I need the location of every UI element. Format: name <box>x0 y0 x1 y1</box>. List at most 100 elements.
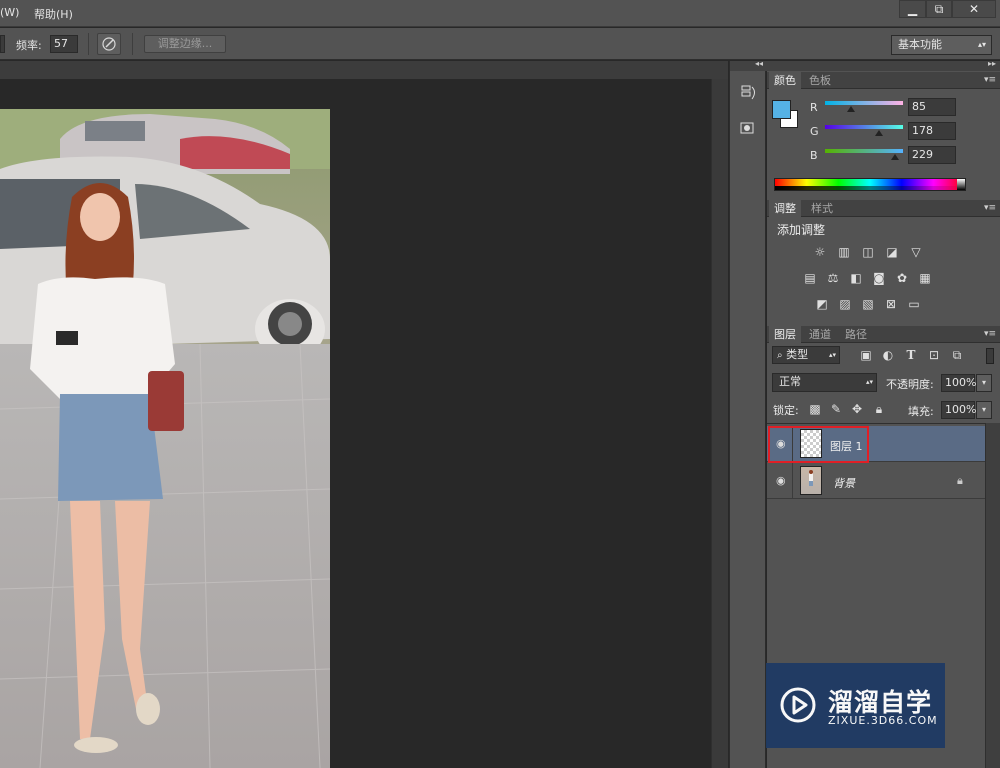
menu-help[interactable]: 帮助(H) <box>34 6 73 22</box>
vibrance-icon[interactable]: ▽ <box>909 245 923 259</box>
layer-row-background[interactable]: ◉ 背景 🔒︎ <box>767 463 985 499</box>
tab-paths[interactable]: 路径 <box>840 326 872 343</box>
photo-filter-icon[interactable]: ◙ <box>872 271 886 285</box>
tab-styles[interactable]: 样式 <box>806 200 838 217</box>
layer-filter-select[interactable]: ⌕ 类型 ▴▾ <box>772 346 840 364</box>
posterize-icon[interactable]: ▨ <box>838 297 852 311</box>
channel-slider-knob[interactable] <box>891 154 900 160</box>
threshold-icon[interactable]: ▧ <box>861 297 875 311</box>
filter-shape-icon[interactable]: ⊡ <box>927 348 941 362</box>
frequency-input[interactable]: 57 <box>50 35 78 53</box>
divider <box>792 463 793 499</box>
menu-bar: (W) 帮助(H) ▁ ⧉ ✕ <box>0 0 1000 27</box>
canvas-vertical-scrollbar[interactable] <box>711 79 728 768</box>
color-panel-tabs: 颜色 色板 ▾≡ <box>767 72 1000 89</box>
levels-icon[interactable]: ▥ <box>837 245 851 259</box>
tab-adjustments[interactable]: 调整 <box>769 200 801 217</box>
channel-value-input[interactable]: 85 <box>908 98 956 116</box>
thumbnail-image <box>809 470 813 486</box>
adjust-panel-tabs: 调整 样式 ▾≡ <box>767 200 1000 217</box>
filter-pixel-icon[interactable]: ▣ <box>859 348 873 362</box>
gradient-map-icon[interactable]: ▭ <box>907 297 921 311</box>
lock-transparent-icon[interactable]: ▩ <box>808 402 822 416</box>
color-spectrum-bar[interactable] <box>774 178 966 191</box>
filter-toggle-switch[interactable] <box>986 348 994 364</box>
channel-slider[interactable] <box>825 125 903 129</box>
properties-icon <box>740 122 754 134</box>
channel-slider-knob[interactable] <box>875 130 884 136</box>
dock-header: ◂◂ <box>730 59 767 71</box>
pen-pressure-button[interactable] <box>97 33 121 55</box>
select-arrows-icon: ▴▾ <box>828 351 836 359</box>
opacity-label: 不透明度: <box>886 378 934 391</box>
lock-pixels-icon[interactable]: ✎ <box>829 402 843 416</box>
color-balance-icon[interactable]: ⚖ <box>826 271 840 285</box>
add-adjustment-title: 添加调整 <box>777 223 826 237</box>
properties-panel-button[interactable] <box>734 115 762 143</box>
channel-mixer-icon[interactable]: ✿ <box>895 271 909 285</box>
tab-channels[interactable]: 通道 <box>804 326 836 343</box>
lock-all-icon[interactable]: 🔒︎ <box>872 402 886 416</box>
fill-label: 填充: <box>908 405 934 418</box>
close-button[interactable]: ✕ <box>952 0 996 18</box>
panels-header: ▸▸ <box>767 59 1000 71</box>
exposure-icon[interactable]: ◪ <box>885 245 899 259</box>
brightness-contrast-icon[interactable]: ☼ <box>813 245 827 259</box>
tab-layers[interactable]: 图层 <box>769 326 801 343</box>
play-logo-icon <box>780 687 816 723</box>
channel-slider[interactable] <box>825 149 903 153</box>
watermark-url: ZIXUE.3D66.COM <box>828 714 938 727</box>
layer-name[interactable]: 背景 <box>833 475 855 491</box>
fill-input[interactable]: 100% <box>941 401 976 419</box>
panel-menu-icon[interactable]: ▾≡ <box>984 326 996 343</box>
select-arrows-icon: ▴▾ <box>977 40 986 49</box>
refine-edge-button[interactable]: 调整边缘... <box>144 35 226 53</box>
panel-menu-icon[interactable]: ▾≡ <box>984 72 996 89</box>
divider <box>132 33 133 55</box>
highlight-box <box>768 426 869 463</box>
blend-mode-select[interactable]: 正常 ▴▾ <box>772 373 877 392</box>
foreground-swatch[interactable] <box>772 100 791 119</box>
lock-icon: 🔒︎ <box>957 474 963 487</box>
tab-color[interactable]: 颜色 <box>769 72 801 89</box>
menu-window[interactable]: (W) <box>0 6 19 19</box>
channel-label: B <box>810 149 818 162</box>
minimize-button[interactable]: ▁ <box>899 0 926 18</box>
expand-arrows-icon[interactable]: ▸▸ <box>988 59 996 68</box>
channel-value-input[interactable]: 229 <box>908 146 956 164</box>
document-photo[interactable] <box>0 109 330 768</box>
workspace-select[interactable]: 基本功能 ▴▾ <box>891 35 992 55</box>
channel-value-input[interactable]: 178 <box>908 122 956 140</box>
lock-label: 锁定: <box>773 404 799 417</box>
tab-swatches[interactable]: 色板 <box>804 72 836 89</box>
panel-menu-icon[interactable]: ▾≡ <box>984 200 996 217</box>
channel-slider[interactable] <box>825 101 903 105</box>
eye-icon[interactable]: ◉ <box>776 474 786 487</box>
collapse-arrows-icon[interactable]: ◂◂ <box>755 59 763 68</box>
selective-color-icon[interactable]: ⊠ <box>884 297 898 311</box>
history-icon <box>741 85 755 100</box>
invert-icon[interactable]: ◩ <box>815 297 829 311</box>
layers-scrollbar[interactable] <box>985 423 1000 768</box>
filter-smart-object-icon[interactable]: ⧉ <box>950 348 964 362</box>
layers-panel-tabs: 图层 通道 路径 ▾≡ <box>767 326 1000 343</box>
color-lookup-icon[interactable]: ▦ <box>918 271 932 285</box>
filter-adjustment-icon[interactable]: ◐ <box>881 348 895 362</box>
lock-position-icon[interactable]: ✥ <box>850 402 864 416</box>
fill-dropdown-button[interactable]: ▾ <box>976 401 992 419</box>
history-panel-button[interactable] <box>734 79 762 107</box>
opacity-input[interactable]: 100% <box>941 374 976 392</box>
hue-saturation-icon[interactable]: ▤ <box>803 271 817 285</box>
layer-filter-value: 类型 <box>786 348 809 361</box>
filter-type-icon[interactable]: T <box>904 348 918 362</box>
spectrum-bw <box>957 179 965 190</box>
layer-thumbnail <box>800 466 822 495</box>
restore-button[interactable]: ⧉ <box>926 0 952 18</box>
black-white-icon[interactable]: ◧ <box>849 271 863 285</box>
spectrum-shade <box>775 186 965 190</box>
opacity-dropdown-button[interactable]: ▾ <box>976 374 992 392</box>
channel-slider-knob[interactable] <box>846 106 855 112</box>
previous-field-edge[interactable] <box>0 35 5 53</box>
document-tab-strip <box>0 61 728 79</box>
curves-icon[interactable]: ◫ <box>861 245 875 259</box>
